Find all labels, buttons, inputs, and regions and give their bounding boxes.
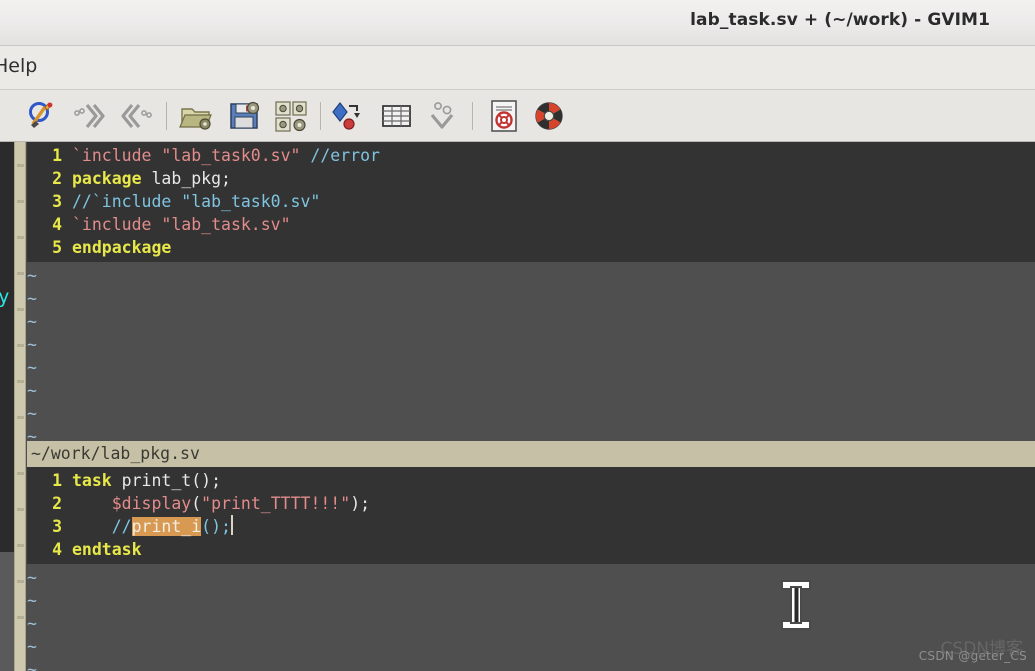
gvim-window: lab_task.sv + (~/work) - GVIM1 Help y 1 …: [0, 0, 1035, 671]
empty-line-marker: ~: [27, 358, 37, 377]
toolbar-separator-2: [320, 102, 321, 130]
save-icon[interactable]: [226, 97, 264, 135]
code-token: print_t();: [111, 471, 222, 490]
code-token: print_i: [131, 517, 202, 536]
code-token: `include: [72, 215, 162, 234]
line-number: 3: [52, 192, 62, 211]
line-number: 2: [52, 494, 62, 513]
paste-icon[interactable]: [424, 97, 462, 135]
empty-line-marker: ~: [27, 637, 37, 656]
code-token: (: [191, 494, 202, 513]
editor-area: y 1 `include "lab_task0.sv" //error 2 packa…: [0, 142, 1035, 671]
watermark: CSDN @geter_CS: [918, 649, 1027, 663]
help-lifebuoy-icon[interactable]: [530, 97, 568, 135]
text-cursor: [230, 515, 233, 535]
code-line: 4 `include "lab_task.sv": [27, 213, 291, 236]
code-token: //`include "lab_task0.sv": [72, 192, 321, 211]
open-folder-icon[interactable]: [178, 97, 216, 135]
code-token: "print_TTTT!!!": [201, 494, 351, 513]
code-token: "lab_task0.sv": [161, 146, 301, 165]
line-number: 3: [52, 517, 62, 536]
save-all-icon[interactable]: [272, 97, 310, 135]
window-title: lab_task.sv + (~/work) - GVIM1: [690, 10, 990, 30]
line-number: 2: [52, 169, 62, 188]
toolbar-separator-1: [166, 102, 167, 130]
buffer-lab-pkg[interactable]: 1 task print_t(); 2 $display("print_TTTT!!…: [27, 467, 1035, 671]
background-window-text: y: [0, 286, 10, 308]
find-replace-icon[interactable]: [330, 97, 368, 135]
code-line: 3 //`include "lab_task0.sv": [27, 190, 320, 213]
empty-line-marker: ~: [27, 591, 37, 610]
help-page-icon[interactable]: [485, 97, 523, 135]
window-titlebar: lab_task.sv + (~/work) - GVIM1: [0, 0, 1035, 46]
statusline-lab-pkg: ~/work/lab_pkg.sv: [27, 441, 1035, 467]
code-token: endtask: [72, 540, 142, 559]
empty-line-marker: ~: [27, 289, 37, 308]
menu-help[interactable]: Help: [0, 55, 37, 77]
line-number: 1: [52, 146, 62, 165]
empty-line-marker: ~: [27, 614, 37, 633]
code-line: 4 endtask: [27, 538, 142, 561]
menubar: Help: [0, 46, 1035, 90]
code-token: //: [111, 517, 132, 536]
vertical-scrollbar[interactable]: [14, 142, 26, 671]
code-token: endpackage: [72, 238, 172, 257]
empty-line-marker: ~: [27, 404, 37, 423]
line-number: 1: [52, 471, 62, 490]
code-token: //error: [310, 146, 380, 165]
find-icon[interactable]: [24, 97, 62, 135]
line-number: 4: [52, 215, 62, 234]
code-token: task: [72, 471, 112, 490]
code-line: 1 task print_t();: [27, 469, 221, 492]
toolbar-separator-3: [472, 102, 473, 130]
redo-icon[interactable]: [70, 97, 108, 135]
code-token: lab_pkg;: [141, 169, 231, 188]
empty-line-marker: ~: [27, 381, 37, 400]
empty-line-marker: ~: [27, 266, 37, 285]
code-token: ();: [201, 517, 231, 536]
code-token: package: [72, 169, 142, 188]
background-window-sliver-lower: [0, 552, 14, 671]
line-number: 5: [52, 238, 62, 257]
undo-icon[interactable]: [118, 97, 156, 135]
empty-line-marker: ~: [27, 312, 37, 331]
code-token: `include: [72, 146, 162, 165]
toolbar: [0, 90, 1035, 142]
code-line: 2 $display("print_TTTT!!!");: [27, 492, 370, 515]
code-line: 3 //print_i();: [27, 515, 233, 538]
line-number: 4: [52, 540, 62, 559]
buffer-lab-task[interactable]: 1 `include "lab_task0.sv" //error 2 package…: [27, 142, 1035, 441]
empty-line-marker: ~: [27, 660, 37, 671]
code-line: 2 package lab_pkg;: [27, 167, 231, 190]
empty-line-marker: ~: [27, 335, 37, 354]
code-token: "lab_task.sv": [161, 215, 291, 234]
code-line: 5 endpackage: [27, 236, 171, 259]
code-token: );: [350, 494, 371, 513]
empty-line-marker: ~: [27, 568, 37, 587]
empty-line-marker: ~: [27, 427, 37, 441]
code-token: $display: [111, 494, 192, 513]
mouse-ibeam-cursor: [768, 579, 824, 631]
code-line: 1 `include "lab_task0.sv" //error: [27, 144, 380, 167]
make-icon[interactable]: [378, 97, 416, 135]
